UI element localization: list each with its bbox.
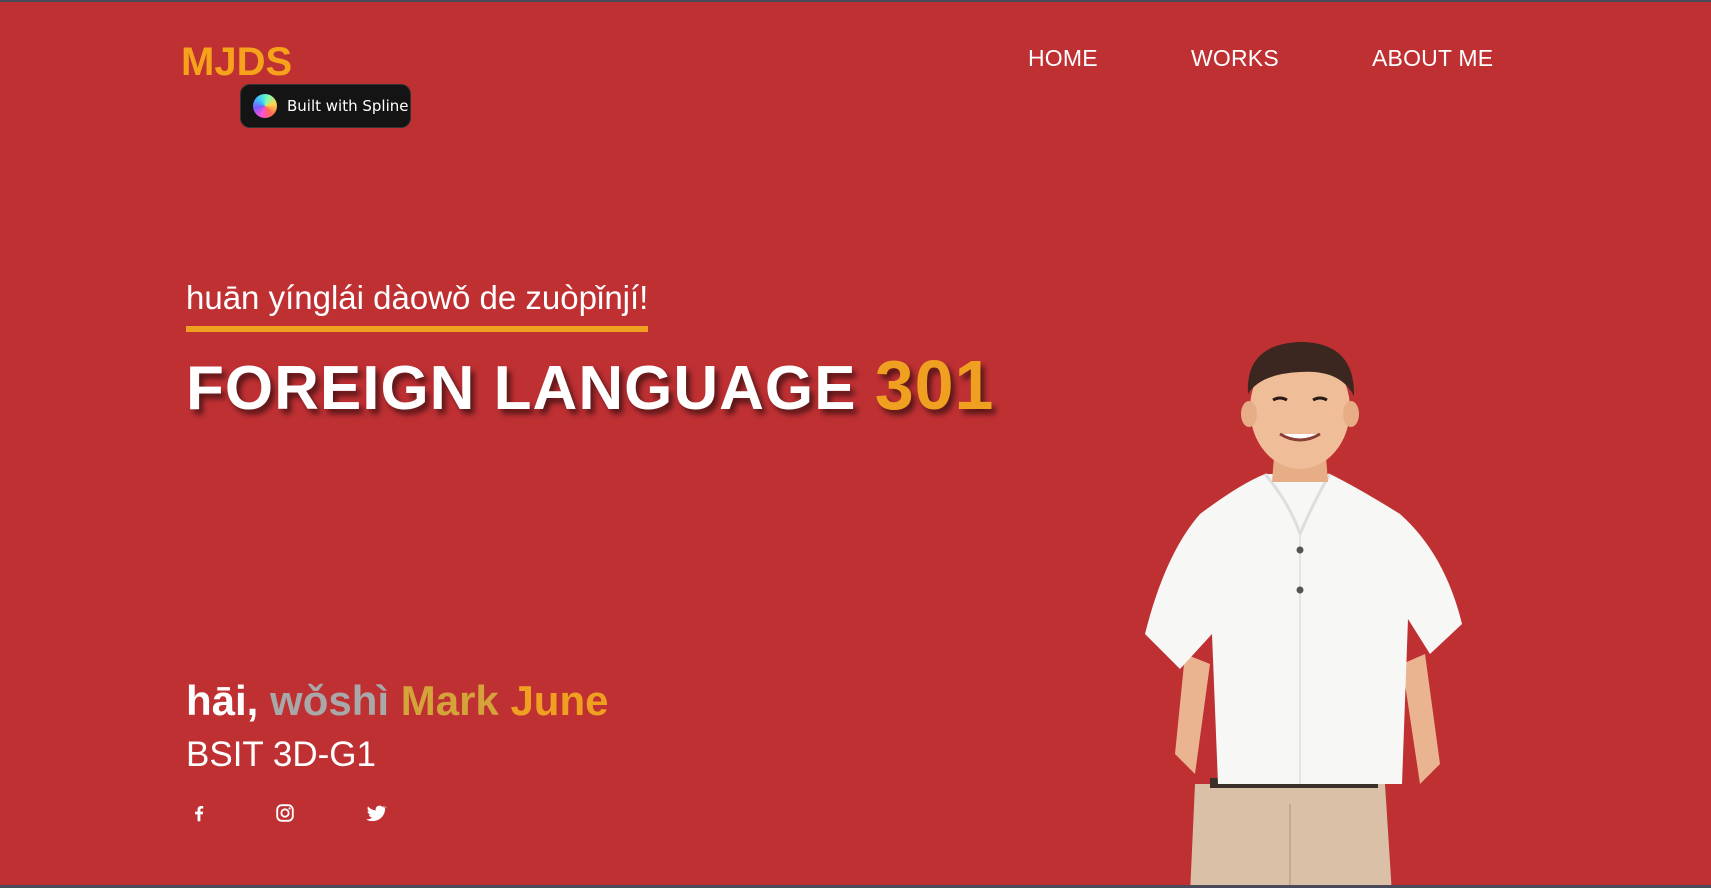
main-nav: HOME WORKS ABOUT ME: [0, 45, 1711, 75]
facebook-icon[interactable]: [188, 802, 210, 824]
badge-label: Built with Spline: [287, 97, 409, 115]
title-main: FOREIGN LANGUAGE: [186, 354, 857, 423]
intro-woshi: wǒshì: [270, 677, 390, 724]
intro-second-name: June: [510, 677, 609, 724]
landing-page: MJDS Built with Spline HOME WORKS ABOUT …: [0, 2, 1711, 885]
student-section: BSIT 3D-G1: [186, 735, 376, 774]
nav-home-link[interactable]: HOME: [1028, 45, 1098, 72]
portrait-photo: [1145, 342, 1462, 885]
page-title: FOREIGN LANGUAGE 301: [186, 347, 994, 424]
nav-works-link[interactable]: WORKS: [1191, 45, 1279, 72]
intro-first-name: Mark: [400, 677, 499, 724]
welcome-greeting: huān yínglái dàowǒ de zuòpǐnjí!: [186, 279, 649, 333]
intro-hi: hāi,: [186, 677, 259, 724]
instagram-icon[interactable]: [274, 802, 296, 824]
built-with-spline-badge[interactable]: Built with Spline: [240, 84, 411, 128]
twitter-icon[interactable]: [365, 802, 387, 824]
title-course-number: 301: [874, 346, 995, 424]
nav-about-link[interactable]: ABOUT ME: [1372, 45, 1493, 72]
intro-line: hāi, wǒshì Mark June: [186, 677, 609, 724]
spline-logo-icon: [253, 94, 277, 118]
